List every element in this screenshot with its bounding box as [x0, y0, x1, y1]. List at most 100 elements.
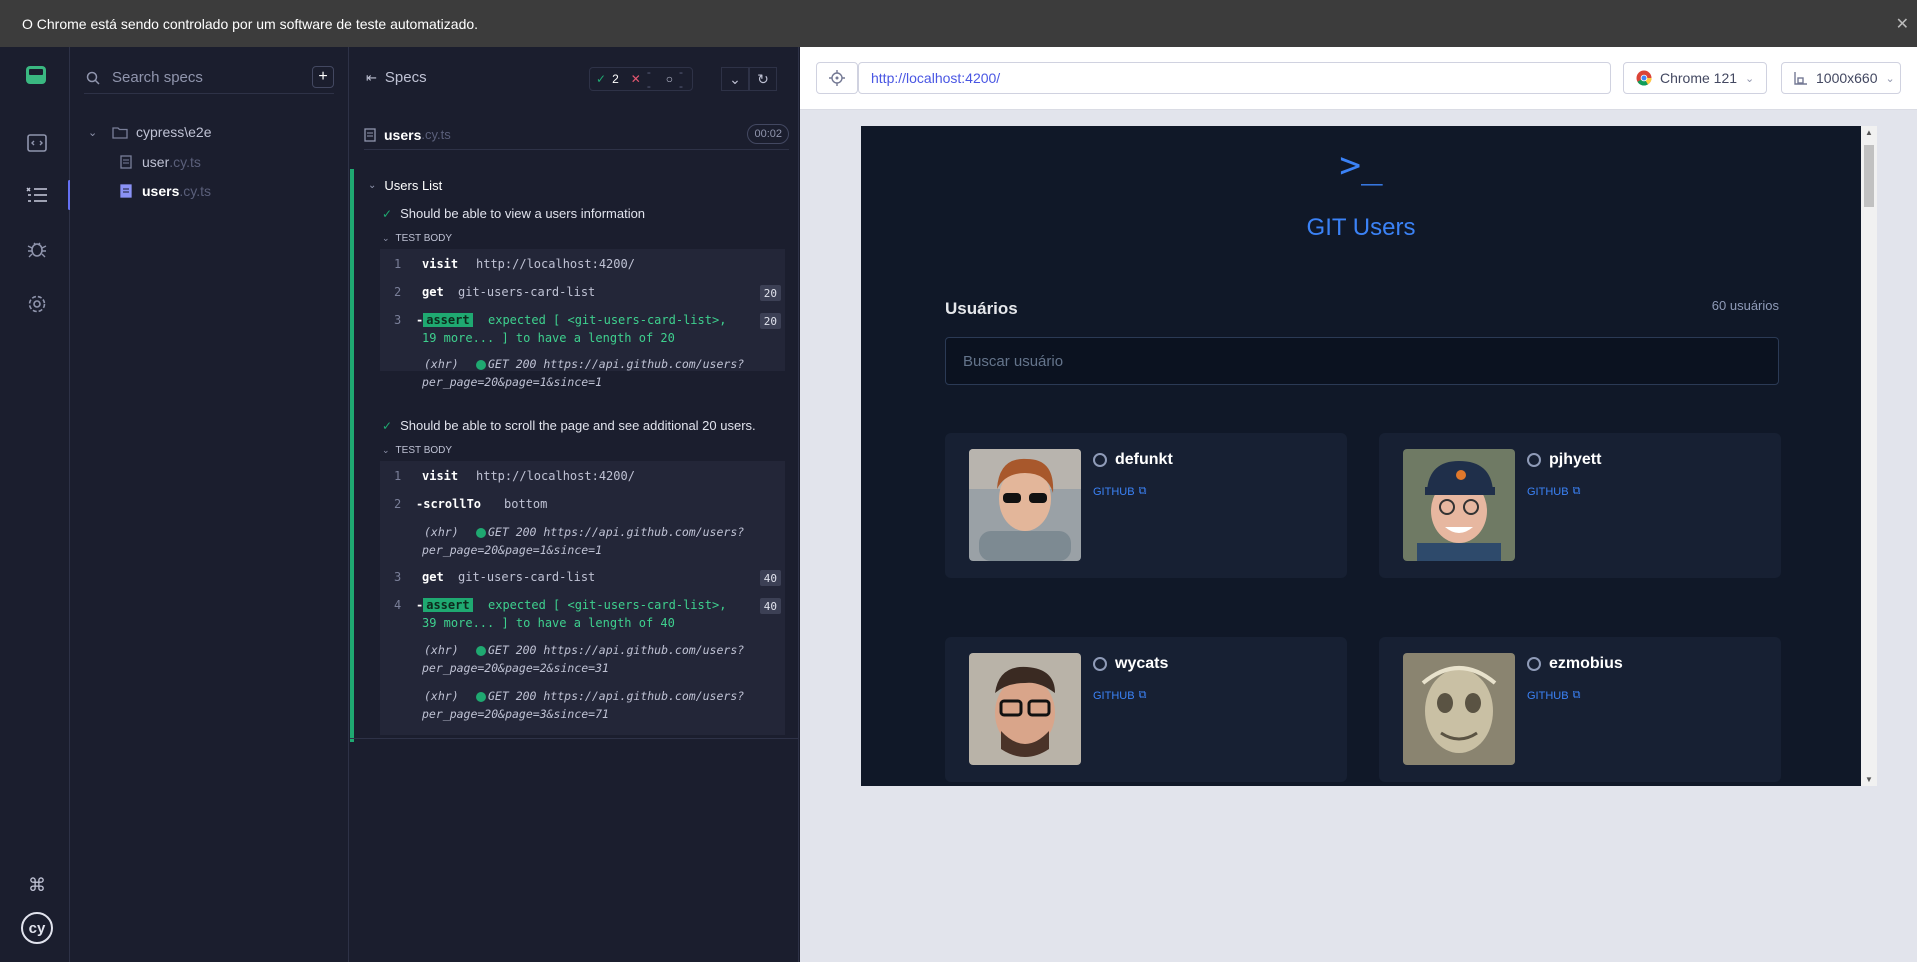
divider: [350, 738, 799, 739]
user-card[interactable]: ezmobius GITHUB ⧉: [1379, 637, 1781, 782]
terminal-logo-icon: >_: [1339, 145, 1383, 186]
suite-title[interactable]: ⌄ Users List: [368, 178, 442, 193]
count-badge: 40: [759, 570, 781, 586]
scroll-up-arrow-icon[interactable]: ▲: [1865, 128, 1873, 137]
folder-row[interactable]: ⌄ cypress\e2e: [88, 124, 211, 140]
specs-search[interactable]: Search specs: [84, 62, 334, 94]
github-link-label: GITHUB: [1093, 689, 1135, 702]
viewport-size-selector[interactable]: 1000x660 ⌄: [1781, 62, 1901, 94]
command-message: expected [ <git-users-card-list>,: [488, 313, 727, 327]
command-name: get: [422, 570, 444, 584]
xhr-row[interactable]: (xhr) GET 200 https://api.github.com/use…: [380, 525, 785, 559]
status-dot-icon: [476, 645, 486, 656]
test-body-label[interactable]: ⌄ TEST BODY: [382, 445, 452, 456]
browser-toolbar: http://localhost:4200/ Chrome 121 ⌄ 1000…: [800, 47, 1917, 110]
github-link[interactable]: GITHUB ⧉: [1527, 689, 1580, 702]
rerun-button[interactable]: ↻: [749, 67, 777, 91]
reporter-header: ⇤ Specs ✓ 2 ✕ -- ○ -- ⌄ ↻: [350, 47, 799, 107]
command-message: expected [ <git-users-card-list>,: [488, 598, 727, 612]
duration-badge: 00:02: [747, 124, 789, 144]
xhr-request: GET 200 https://api.github.com/users?: [488, 643, 745, 657]
command-number: 3: [394, 570, 402, 584]
github-icon: [1093, 453, 1107, 467]
spec-file-name: user: [142, 154, 170, 170]
spec-file-user[interactable]: user .cy.ts: [120, 154, 201, 170]
chevron-down-button[interactable]: ⌄: [721, 67, 749, 91]
command-list: 1 visit http://localhost:4200/ 2 get git…: [380, 249, 785, 389]
user-card[interactable]: pjhyett GITHUB ⧉: [1379, 433, 1781, 578]
github-link[interactable]: GITHUB ⧉: [1093, 689, 1146, 702]
xhr-request: GET 200 https://api.github.com/users?: [488, 525, 745, 539]
chevron-down-icon: ⌄: [88, 126, 98, 139]
spec-ext: .cy.ts: [421, 127, 451, 142]
github-link[interactable]: GITHUB ⧉: [1093, 485, 1146, 498]
assert-label: - assert: [416, 313, 473, 327]
pending-count: --: [678, 65, 683, 93]
user-search-input[interactable]: Buscar usuário: [945, 337, 1779, 385]
command-row[interactable]: 3 get git-users-card-list 40: [380, 570, 785, 586]
test-body-label[interactable]: ⌄ TEST BODY: [382, 233, 452, 244]
xhr-request-cont: per_page=20&page=2&since=31: [422, 661, 609, 675]
user-card[interactable]: wycats GITHUB ⧉: [945, 637, 1347, 782]
xhr-row[interactable]: (xhr) GET 200 https://api.github.com/use…: [380, 643, 785, 677]
command-row[interactable]: 4 - assert expected [ <git-users-card-lis…: [380, 598, 785, 632]
test-name: Should be able to scroll the page and se…: [400, 418, 756, 433]
test-body-text: TEST BODY: [395, 233, 453, 244]
scroll-down-arrow-icon[interactable]: ▼: [1865, 775, 1873, 784]
chevron-down-icon: ⌄: [382, 445, 390, 455]
browser-selector[interactable]: Chrome 121 ⌄: [1623, 62, 1767, 94]
runs-icon[interactable]: [25, 131, 49, 155]
xhr-row[interactable]: (xhr) GET 200 https://api.github.com/use…: [380, 689, 785, 723]
app-scrollbar[interactable]: ▲ ▼: [1861, 126, 1877, 786]
xhr-label: (xhr): [424, 525, 459, 539]
spec-file-users[interactable]: users .cy.ts: [120, 183, 211, 199]
user-card[interactable]: defunkt GITHUB ⧉: [945, 433, 1347, 578]
command-row[interactable]: 1 visit http://localhost:4200/: [380, 257, 785, 273]
command-row[interactable]: 3 - assert expected [ <git-users-card-lis…: [380, 313, 785, 347]
url-bar[interactable]: http://localhost:4200/: [858, 62, 1611, 94]
selector-playground-button[interactable]: [816, 62, 858, 94]
xhr-label: (xhr): [424, 643, 459, 657]
user-login: wycats: [1115, 655, 1169, 672]
user-avatar: [969, 449, 1081, 561]
command-message: git-users-card-list: [458, 285, 596, 299]
test-title[interactable]: ✓ Should be able to scroll the page and …: [382, 418, 756, 433]
user-name: pjhyett: [1527, 451, 1601, 469]
specs-list-icon[interactable]: [25, 183, 49, 207]
cypress-app-logo-icon[interactable]: [26, 66, 46, 84]
banner-text: O Chrome está sendo controlado por um so…: [22, 15, 479, 32]
github-icon: [1527, 657, 1541, 671]
refresh-icon: ↻: [757, 70, 769, 87]
user-login: defunkt: [1115, 451, 1173, 468]
user-name: wycats: [1093, 655, 1168, 673]
command-row[interactable]: 2 get git-users-card-list 20: [380, 285, 785, 301]
command-row[interactable]: 2 -scrollTo bottom: [380, 497, 785, 513]
specs-toggle[interactable]: ⇤ Specs: [366, 69, 427, 86]
user-login: ezmobius: [1549, 655, 1623, 672]
folder-icon: [112, 126, 128, 139]
add-spec-button[interactable]: +: [312, 66, 334, 88]
stats-bar: ✓ 2 ✕ -- ○ --: [589, 65, 693, 93]
xhr-request: GET 200 https://api.github.com/users?: [488, 689, 745, 703]
cypress-cy-logo-icon[interactable]: cy: [21, 912, 53, 944]
check-icon: ✓: [382, 418, 393, 433]
document-icon: [120, 155, 132, 169]
test-title[interactable]: ✓ Should be able to view a users informa…: [382, 206, 645, 221]
spec-file-ext: .cy.ts: [179, 183, 211, 199]
xhr-request: GET 200 https://api.github.com/users?: [488, 357, 745, 371]
command-number: 2: [394, 285, 402, 299]
close-icon[interactable]: ✕: [1896, 14, 1909, 34]
status-dot-icon: [476, 527, 486, 538]
failed-stat: ✕ --: [625, 65, 660, 93]
settings-gear-icon[interactable]: [25, 292, 49, 316]
debug-bug-icon[interactable]: [25, 237, 49, 261]
keyboard-shortcuts-icon[interactable]: ⌘: [25, 873, 49, 897]
command-row[interactable]: 1 visit http://localhost:4200/: [380, 469, 785, 485]
github-link-label: GITHUB: [1527, 689, 1569, 702]
xhr-row[interactable]: (xhr) GET 200 https://api.github.com/use…: [380, 357, 785, 391]
chevron-down-icon: ⌄: [382, 233, 390, 243]
github-link[interactable]: GITHUB ⧉: [1527, 485, 1580, 498]
document-icon: [120, 184, 132, 198]
command-message: bottom: [504, 497, 548, 511]
scroll-thumb[interactable]: [1864, 145, 1874, 207]
